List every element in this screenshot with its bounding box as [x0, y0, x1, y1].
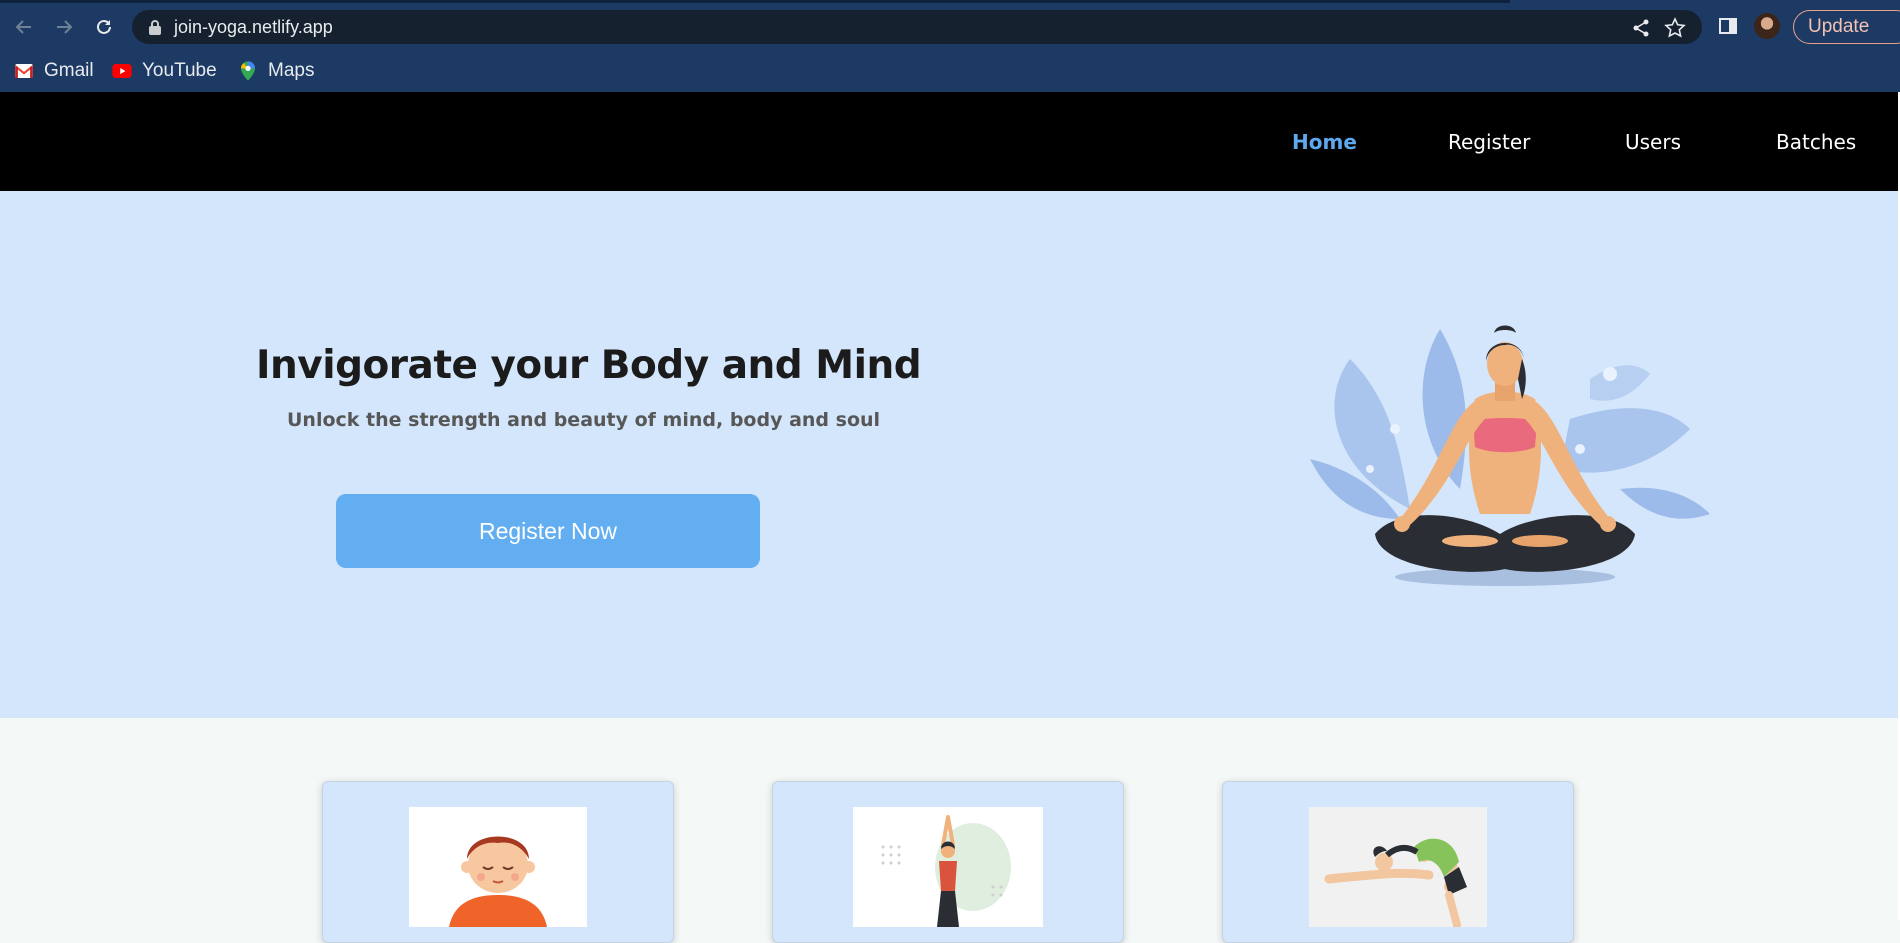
- bookmark-label: Maps: [268, 60, 315, 81]
- meditating-woman-illustration: [1310, 325, 1710, 586]
- address-bar[interactable]: join-yoga.netlify.app: [132, 10, 1702, 44]
- card-image: [853, 807, 1043, 927]
- register-now-button[interactable]: Register Now: [336, 494, 760, 568]
- browser-toolbar: join-yoga.netlify.app Update: [0, 0, 1900, 52]
- reload-button[interactable]: [91, 14, 117, 40]
- back-arrow-icon: [15, 20, 31, 34]
- forward-arrow-icon: [57, 20, 73, 34]
- bookmark-label: Gmail: [44, 60, 94, 81]
- tab-strip: [0, 0, 1510, 3]
- reload-icon: [97, 19, 111, 34]
- bookmarks-bar: Gmail YouTube Maps: [0, 52, 1900, 93]
- bookmark-label: YouTube: [142, 60, 217, 81]
- feature-card: [1222, 781, 1574, 943]
- nav-batches[interactable]: Batches: [1776, 130, 1856, 154]
- feature-cards-section: [0, 718, 1898, 943]
- bookmark-youtube[interactable]: YouTube: [112, 57, 217, 85]
- gmail-icon: [14, 61, 34, 81]
- side-panel-icon[interactable]: [1718, 16, 1738, 36]
- lock-icon: [149, 20, 161, 35]
- bookmark-gmail[interactable]: Gmail: [14, 57, 94, 85]
- hero-section: Invigorate your Body and Mind Unlock the…: [0, 191, 1898, 718]
- tree-pose-woman-illustration: [881, 815, 1011, 927]
- meditating-boy-illustration: [449, 836, 547, 927]
- card-image: [1309, 807, 1487, 927]
- maps-icon: [238, 61, 258, 81]
- profile-avatar[interactable]: [1754, 13, 1780, 39]
- update-label: Update: [1808, 16, 1870, 37]
- youtube-icon: [112, 61, 132, 81]
- nav-home[interactable]: Home: [1292, 130, 1357, 154]
- hero-title: Invigorate your Body and Mind: [256, 343, 922, 388]
- nav-register[interactable]: Register: [1448, 130, 1530, 154]
- backbend-pose-illustration: [1324, 838, 1467, 927]
- site-navbar: Home Register Users Batches: [0, 92, 1898, 191]
- card-image: [409, 807, 587, 927]
- update-button[interactable]: Update: [1793, 10, 1900, 44]
- forward-button[interactable]: [51, 14, 77, 40]
- url-text: join-yoga.netlify.app: [174, 17, 333, 37]
- share-icon[interactable]: [1630, 17, 1652, 39]
- feature-card: [772, 781, 1124, 943]
- feature-card: [322, 781, 674, 943]
- back-button[interactable]: [11, 14, 37, 40]
- nav-users[interactable]: Users: [1625, 130, 1681, 154]
- bookmark-star-icon[interactable]: [1664, 17, 1686, 39]
- hero-subtitle: Unlock the strength and beauty of mind, …: [287, 409, 881, 431]
- bookmark-maps[interactable]: Maps: [238, 57, 314, 85]
